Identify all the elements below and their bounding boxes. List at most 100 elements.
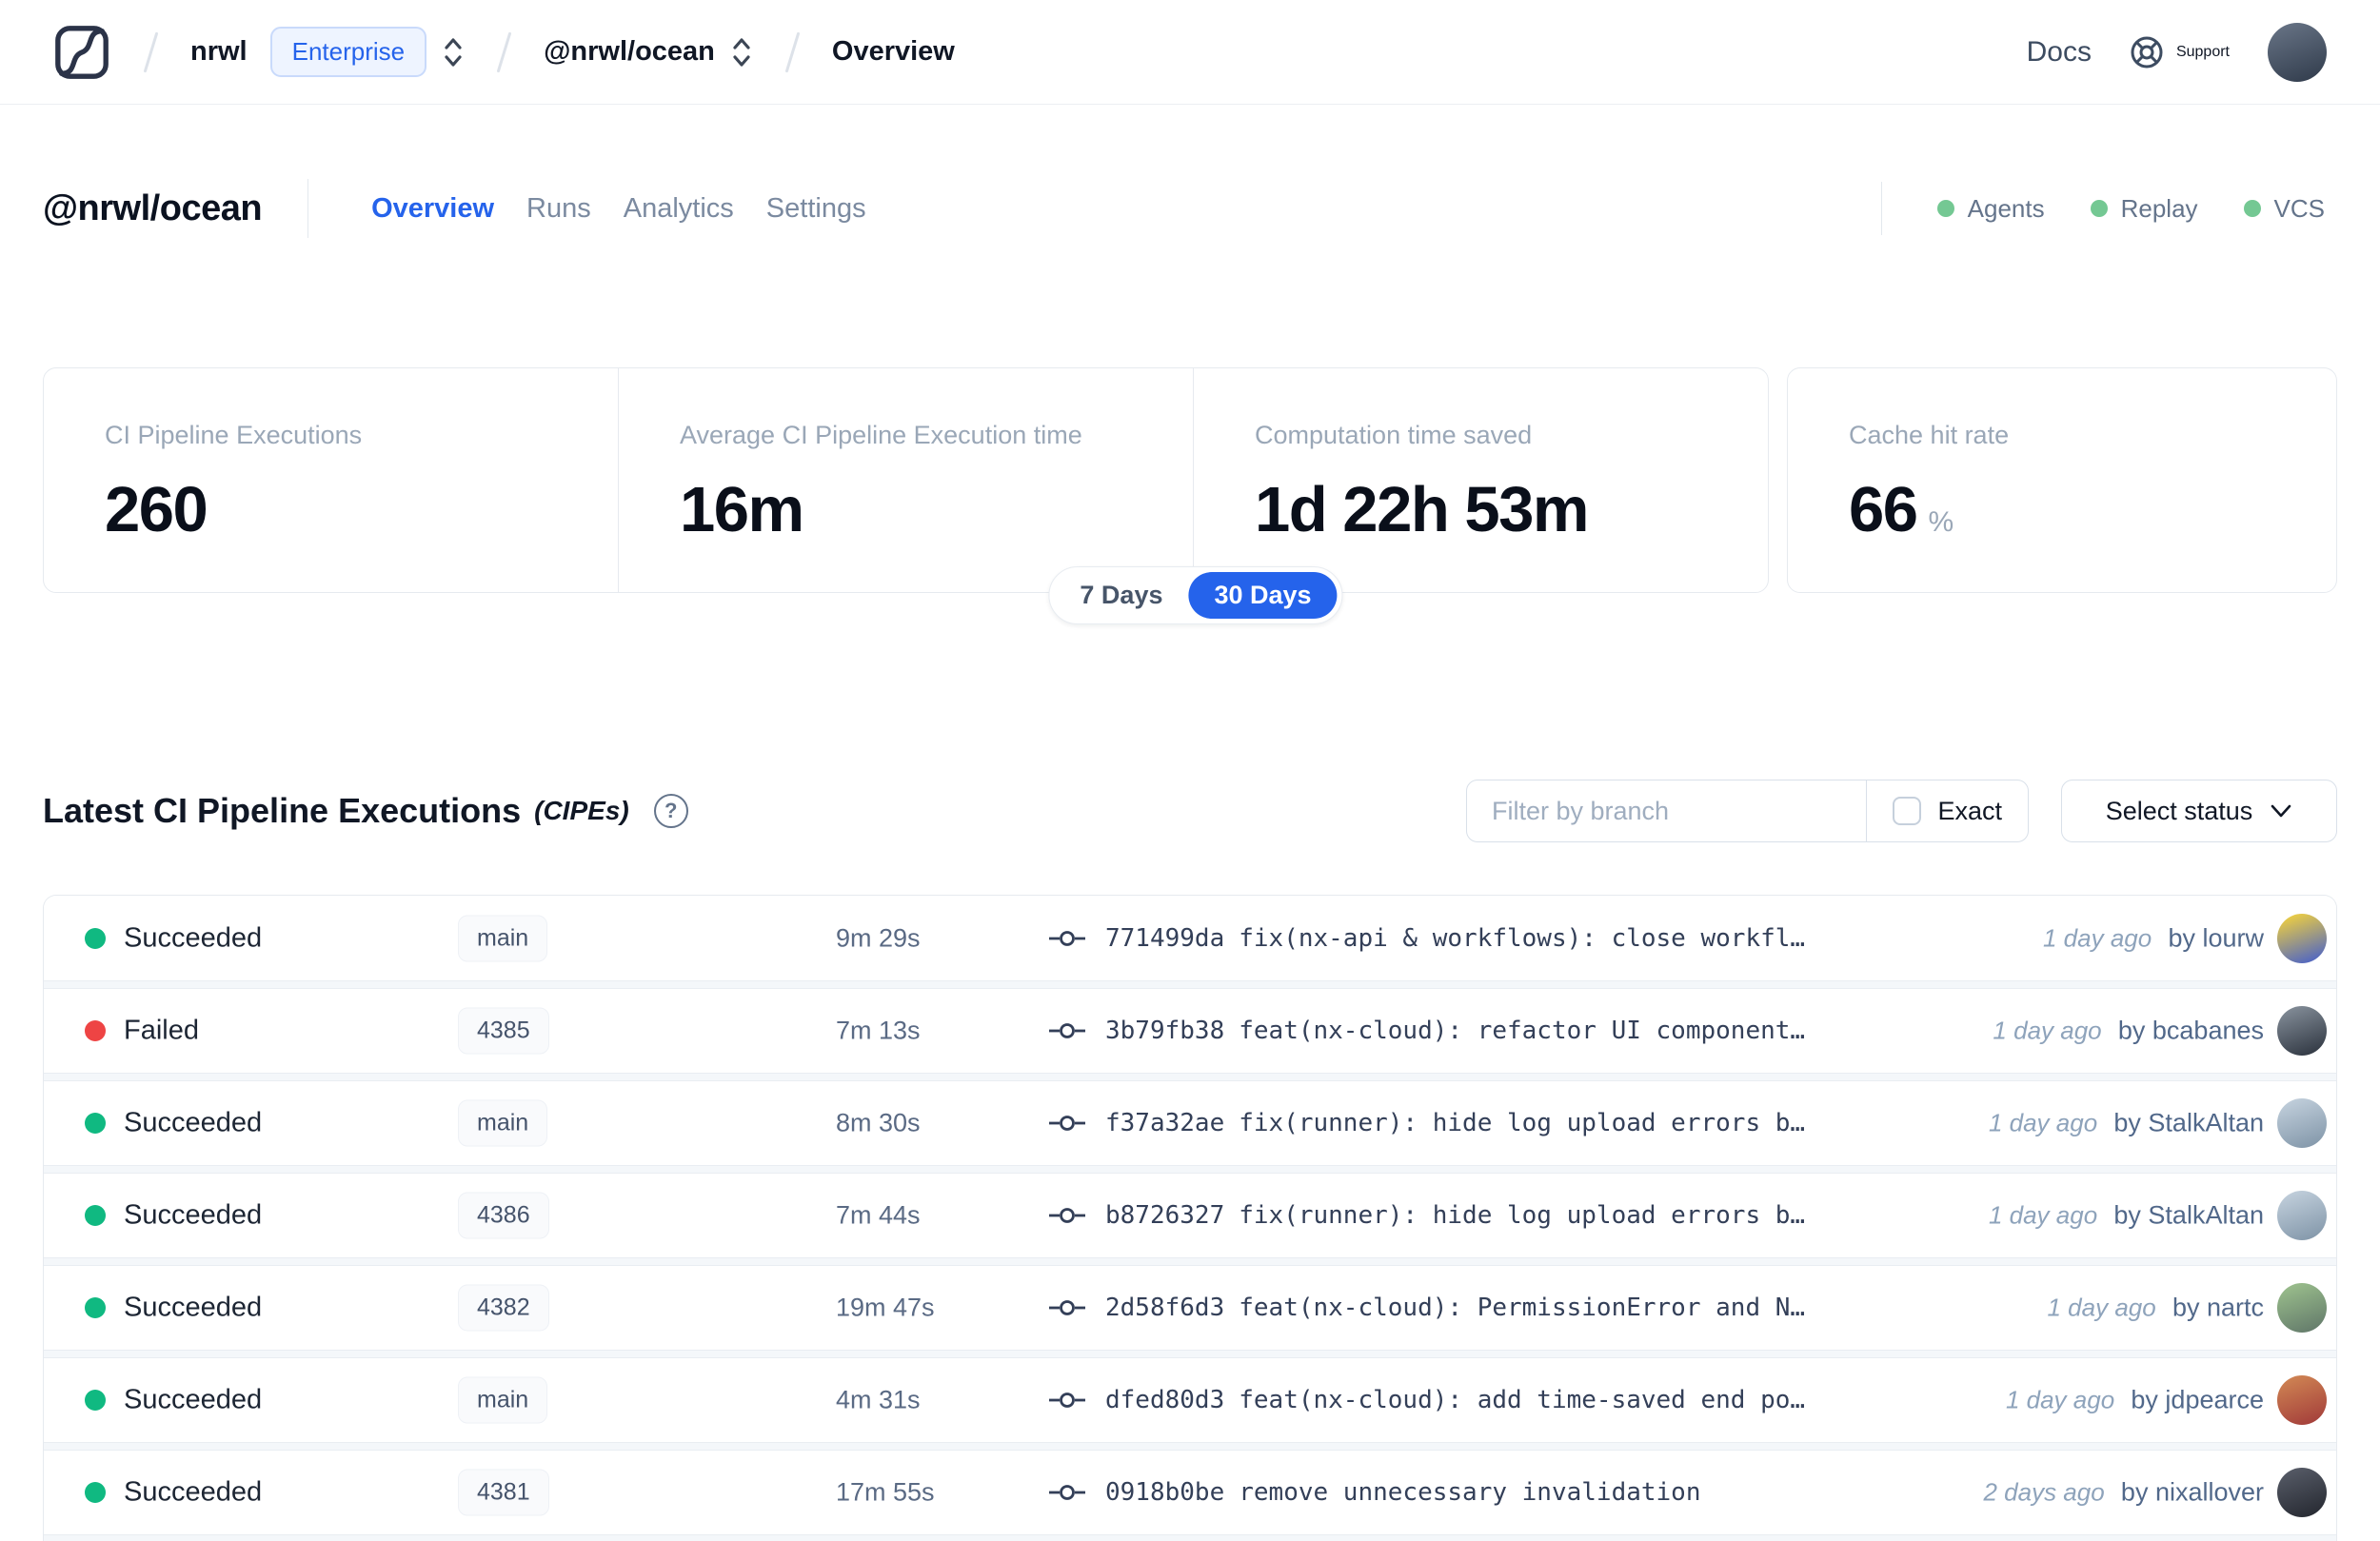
branch-badge[interactable]: 4381 — [458, 1469, 549, 1516]
author: by bcabanes — [2117, 1016, 2264, 1045]
stat-average-execution-time: Average CI Pipeline Execution time 16m — [618, 368, 1193, 592]
breadcrumb-org[interactable]: nrwl — [190, 36, 248, 68]
breadcrumb-page: Overview — [831, 36, 955, 67]
tab-analytics[interactable]: Analytics — [624, 193, 734, 225]
cipe-row[interactable]: Succeeded main 4m 31s dfed80d3 feat(nx-c… — [44, 1357, 2336, 1443]
cipe-row[interactable]: Succeeded 4386 7m 44s b8726327 fix(runne… — [44, 1173, 2336, 1258]
commit[interactable]: f37a32ae fix(runner): hide log upload er… — [1048, 1109, 1927, 1137]
avatar — [2277, 913, 2327, 963]
duration: 8m 30s — [836, 1108, 921, 1137]
commit-message: feat(nx-cloud): refactor UI component… — [1239, 1017, 1806, 1045]
git-commit-icon — [1049, 930, 1085, 946]
branch-badge[interactable]: 4385 — [458, 1007, 549, 1055]
breadcrumb-workspace[interactable]: @nrwl/ocean — [544, 36, 715, 68]
commit-hash: b8726327 — [1105, 1201, 1225, 1230]
author: by jdpearce — [2131, 1385, 2264, 1414]
commit[interactable]: b8726327 fix(runner): hide log upload er… — [1048, 1201, 1927, 1230]
org-switcher-icon[interactable] — [442, 35, 465, 69]
row-meta: 2 days ago by nixallover — [1983, 1478, 2264, 1508]
green-dot-icon — [2090, 200, 2108, 217]
git-commit-icon — [1049, 1116, 1085, 1131]
status-dot — [85, 1297, 106, 1318]
workspace-switcher-icon[interactable] — [730, 35, 753, 69]
timestamp: 1 day ago — [1988, 1200, 2098, 1230]
range-7-days[interactable]: 7 Days — [1054, 572, 1188, 619]
avatar — [2277, 1098, 2327, 1148]
cipe-row[interactable]: Succeeded main 8m 30s f37a32ae fix(runne… — [44, 1080, 2336, 1166]
commit-message: feat(nx-cloud): add time-saved end po… — [1239, 1386, 1806, 1414]
row-meta: 1 day ago by lourw — [2043, 923, 2264, 953]
git-commit-icon — [1049, 1300, 1085, 1315]
row-meta: 1 day ago by StalkAltan — [1989, 1109, 2264, 1138]
branch-badge[interactable]: 4382 — [458, 1284, 549, 1332]
commit[interactable]: dfed80d3 feat(nx-cloud): add time-saved … — [1048, 1386, 1927, 1414]
author: by nartc — [2172, 1293, 2264, 1322]
branch-filter-input[interactable] — [1467, 796, 1867, 826]
support-link[interactable]: Support — [2130, 35, 2230, 69]
tab-settings[interactable]: Settings — [766, 193, 866, 225]
duration: 7m 44s — [836, 1200, 921, 1230]
row-meta: 1 day ago by bcabanes — [1993, 1017, 2264, 1046]
timestamp: 1 day ago — [2047, 1293, 2156, 1322]
cipe-section-header: Latest CI Pipeline Executions (CIPEs) ? … — [43, 780, 2337, 842]
user-avatar[interactable] — [2268, 22, 2327, 82]
docs-link[interactable]: Docs — [2027, 36, 2092, 69]
cipe-row[interactable]: Succeeded 4382 19m 47s 2d58f6d3 feat(nx-… — [44, 1265, 2336, 1351]
commit-message: fix(runner): hide log upload errors b… — [1239, 1109, 1806, 1137]
workspace-tabs: Overview Runs Analytics Settings — [371, 193, 866, 225]
branch-badge[interactable]: main — [458, 1099, 548, 1147]
stats-card-group: CI Pipeline Executions 260 Average CI Pi… — [43, 367, 1769, 593]
breadcrumb: nrwl Enterprise @nrwl/ocean Overview — [52, 23, 955, 82]
duration: 4m 31s — [836, 1385, 921, 1414]
status-dot — [85, 1390, 106, 1411]
stat-value: 260 — [105, 474, 208, 545]
cipe-row[interactable]: Succeeded main 9m 29s 771499da fix(nx-ap… — [44, 896, 2336, 981]
stat-computation-time-saved: Computation time saved 1d 22h 53m — [1193, 368, 1768, 592]
workspace-title: @nrwl/ocean — [43, 188, 263, 228]
duration: 7m 13s — [836, 1016, 921, 1045]
status-select-dropdown[interactable]: Select status — [2061, 780, 2337, 842]
tab-runs[interactable]: Runs — [526, 193, 591, 225]
duration: 9m 29s — [836, 923, 921, 952]
cipe-subtitle: (CIPEs) — [534, 796, 629, 825]
duration: 19m 47s — [836, 1293, 935, 1322]
tab-overview[interactable]: Overview — [371, 193, 494, 225]
stat-ci-pipeline-executions: CI Pipeline Executions 260 — [44, 368, 618, 592]
cipe-row[interactable]: Succeeded 4381 17m 55s 0918b0be remove u… — [44, 1450, 2336, 1535]
commit-hash: 0918b0be — [1105, 1478, 1225, 1507]
branch-badge[interactable]: main — [458, 1376, 548, 1424]
stat-label: Cache hit rate — [1849, 421, 2010, 449]
stat-cache-hit-rate: Cache hit rate 66% — [1787, 367, 2337, 593]
timestamp: 2 days ago — [1983, 1477, 2105, 1507]
cipe-table: Succeeded main 9m 29s 771499da fix(nx-ap… — [43, 895, 2337, 1541]
range-30-days[interactable]: 30 Days — [1188, 572, 1338, 619]
commit[interactable]: 0918b0be remove unnecessary invalidation — [1048, 1478, 1927, 1507]
avatar — [2277, 1006, 2327, 1056]
branch-badge[interactable]: main — [458, 915, 548, 961]
commit[interactable]: 3b79fb38 feat(nx-cloud): refactor UI com… — [1048, 1017, 1927, 1045]
avatar — [2277, 1468, 2327, 1517]
row-meta: 1 day ago by StalkAltan — [1989, 1201, 2264, 1231]
commit-hash: f37a32ae — [1105, 1109, 1225, 1137]
feature-replay[interactable]: Replay — [2090, 194, 2198, 224]
cipe-row[interactable]: Failed 4385 7m 13s 3b79fb38 feat(nx-clou… — [44, 988, 2336, 1074]
branch-badge[interactable]: 4386 — [458, 1192, 549, 1239]
branch-filter-group: Exact — [1466, 780, 2029, 842]
commit[interactable]: 771499da fix(nx-api & workflows): close … — [1048, 924, 1927, 953]
feature-vcs[interactable]: VCS — [2243, 194, 2325, 224]
exact-checkbox[interactable] — [1893, 797, 1922, 825]
help-icon[interactable]: ? — [653, 794, 688, 828]
green-dot-icon — [2243, 200, 2261, 217]
stat-label: Average CI Pipeline Execution time — [680, 421, 1082, 449]
timestamp: 1 day ago — [1988, 1108, 2098, 1137]
workspace-header: @nrwl/ocean Overview Runs Analytics Sett… — [0, 105, 2380, 238]
commit[interactable]: 2d58f6d3 feat(nx-cloud): PermissionError… — [1048, 1294, 1927, 1322]
breadcrumb-separator — [496, 31, 512, 72]
commit-message: fix(nx-api & workflows): close workfl… — [1239, 923, 1806, 953]
feature-agents[interactable]: Agents — [1936, 194, 2045, 224]
stat-unit: % — [1928, 506, 1954, 538]
nx-cloud-logo-icon[interactable] — [52, 23, 111, 82]
stat-label: Computation time saved — [1255, 421, 1533, 449]
chevron-down-icon — [2271, 804, 2291, 818]
author: by StalkAltan — [2113, 1200, 2264, 1230]
